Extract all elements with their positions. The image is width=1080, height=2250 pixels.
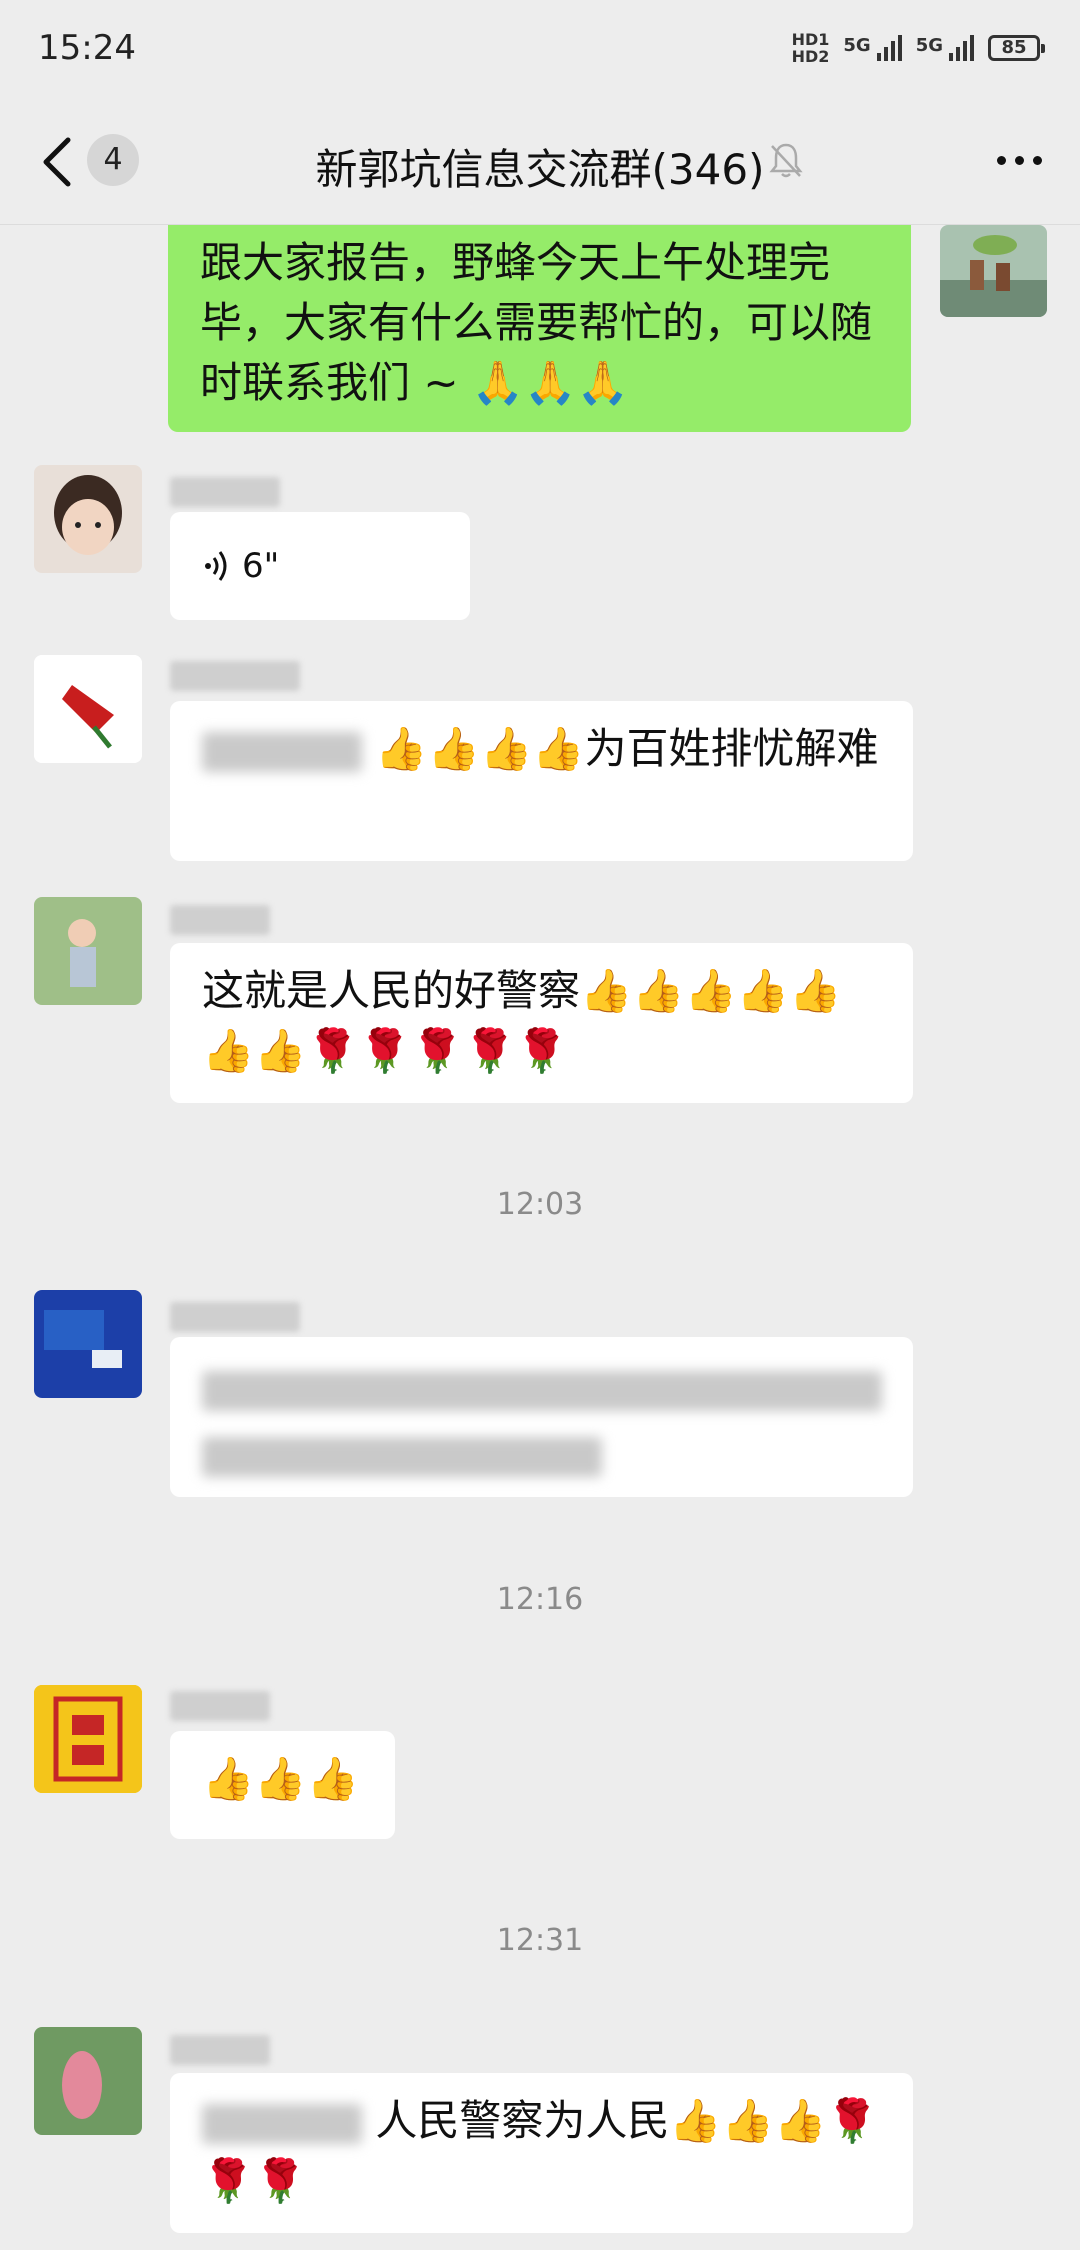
blurred-text xyxy=(202,731,362,772)
battery-icon: 85 xyxy=(988,35,1045,61)
sender-name xyxy=(170,1691,270,1721)
sender-name xyxy=(170,2035,270,2065)
mute-bell-icon xyxy=(769,143,803,178)
blurred-text xyxy=(202,1370,882,1411)
timestamp: 12:31 xyxy=(496,1923,584,1958)
sender-name xyxy=(170,905,270,935)
message-bubble[interactable]: 👍👍👍👍为百姓排忧解难 xyxy=(170,701,913,861)
message-bubble[interactable] xyxy=(170,1337,913,1497)
hd-indicator: HD1 HD2 xyxy=(791,30,830,66)
message-bubble[interactable]: 👍👍👍 xyxy=(170,1731,395,1839)
message-bubble[interactable]: 人民警察为人民👍👍👍🌹🌹🌹 xyxy=(170,2073,913,2233)
avatar[interactable] xyxy=(940,225,1047,317)
message-bubble[interactable]: 这就是人民的好警察👍👍👍👍👍👍👍🌹🌹🌹🌹🌹 xyxy=(170,943,913,1103)
avatar[interactable] xyxy=(34,465,142,573)
avatar[interactable] xyxy=(34,2027,142,2135)
signal-icon: 5G xyxy=(843,35,902,61)
blurred-text xyxy=(202,2103,362,2144)
avatar[interactable] xyxy=(34,1685,142,1793)
sender-name xyxy=(170,477,280,507)
avatar[interactable] xyxy=(34,655,142,763)
page-title: 新郭坑信息交流群(346) xyxy=(315,145,765,194)
voice-message-bubble[interactable]: 6" xyxy=(170,512,470,620)
signal-icon: 5G xyxy=(916,35,974,61)
status-bar: 15:24 HD1 HD2 5G 5G 85 xyxy=(0,0,1080,100)
avatar[interactable] xyxy=(34,1290,142,1398)
chat-header: 4 新郭坑信息交流群(346) xyxy=(0,100,1080,225)
voice-icon xyxy=(205,551,227,581)
more-options-button[interactable] xyxy=(997,156,1042,165)
timestamp: 12:16 xyxy=(496,1582,584,1617)
sender-name xyxy=(170,661,300,691)
chat-area[interactable]: 跟大家报告，野蜂今天上午处理完毕，大家有什么需要帮忙的，可以随时联系我们 ~ 🙏… xyxy=(0,225,1080,2250)
voice-duration: 6" xyxy=(242,546,280,586)
timestamp: 12:03 xyxy=(496,1187,584,1222)
status-icons: HD1 HD2 5G 5G 85 xyxy=(791,28,1045,68)
status-time: 15:24 xyxy=(38,28,136,68)
sender-name xyxy=(170,1302,300,1332)
blurred-text xyxy=(202,1436,602,1477)
message-bubble[interactable]: 跟大家报告，野蜂今天上午处理完毕，大家有什么需要帮忙的，可以随时联系我们 ~ 🙏… xyxy=(168,225,911,432)
avatar[interactable] xyxy=(34,897,142,1005)
